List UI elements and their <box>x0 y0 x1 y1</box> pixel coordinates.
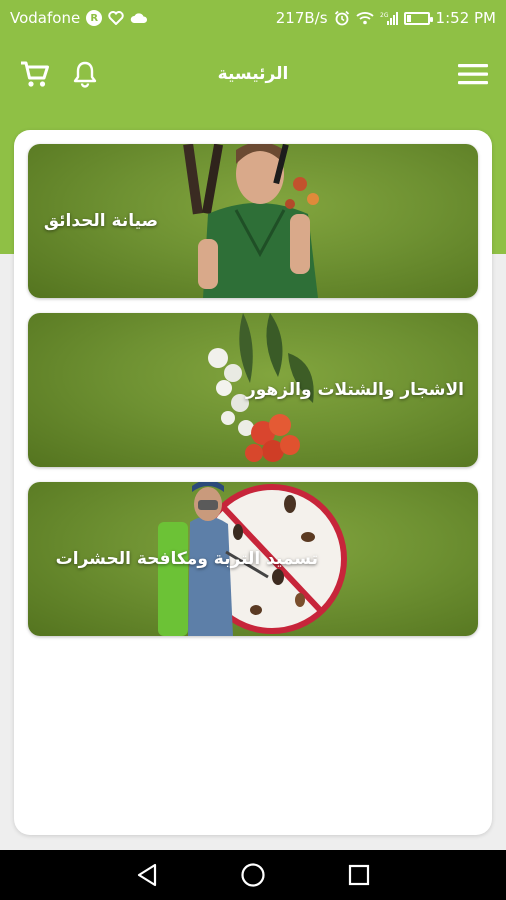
back-triangle-icon[interactable] <box>136 863 158 887</box>
system-nav-bar <box>0 850 506 900</box>
alarm-icon <box>334 10 350 26</box>
wifi-icon <box>355 11 374 25</box>
status-bar: Vodafone R 217B/s 2G 1:52 PM <box>0 0 506 36</box>
recents-square-icon[interactable] <box>348 864 370 886</box>
content-card: صيانة الحدائق الاشجار والشتلات والزهور ت… <box>14 130 492 835</box>
status-left: Vodafone R <box>10 9 148 27</box>
tile-garden-maintenance[interactable]: صيانة الحدائق <box>28 144 478 298</box>
battery-icon <box>403 11 433 25</box>
tile-pest-control[interactable]: تسميد التربة ومكافحة الحشرات <box>28 482 478 636</box>
home-circle-icon[interactable] <box>240 862 266 888</box>
signal-icon: 2G <box>380 11 398 25</box>
tile-trees-flowers[interactable]: الاشجار والشتلات والزهور <box>28 313 478 467</box>
roaming-badge: R <box>86 10 103 26</box>
tile-label: الاشجار والشتلات والزهور <box>245 380 464 400</box>
tile-label: تسميد التربة ومكافحة الحشرات <box>55 549 318 569</box>
status-right: 217B/s 2G 1:52 PM <box>276 9 496 27</box>
tile-label: صيانة الحدائق <box>43 211 158 231</box>
heart-icon <box>108 11 124 25</box>
app-bar-actions <box>20 60 98 88</box>
cart-icon[interactable] <box>20 60 50 88</box>
bell-icon[interactable] <box>72 60 98 88</box>
network-speed: 217B/s <box>275 9 328 27</box>
carrier-name: Vodafone <box>10 9 81 27</box>
app-bar: الرئيسية <box>0 46 506 102</box>
clock: 1:52 PM <box>435 9 496 27</box>
hamburger-menu-icon[interactable] <box>458 62 488 86</box>
cloud-icon <box>130 12 148 24</box>
network-type-label: 2G <box>380 12 389 19</box>
